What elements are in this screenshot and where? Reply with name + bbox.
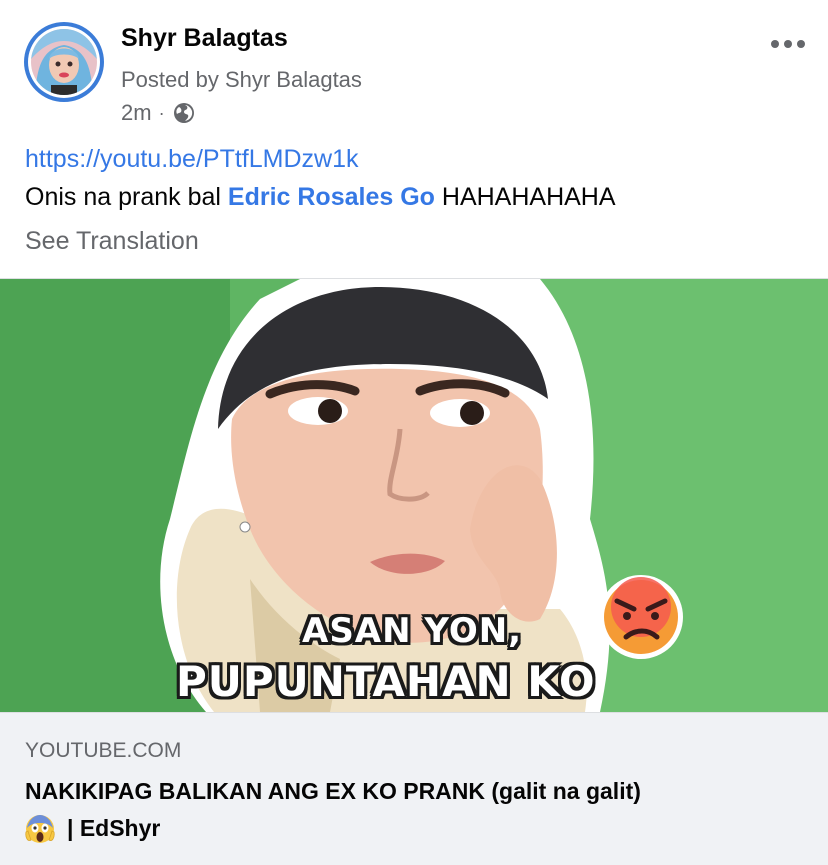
post-caption: Onis na prank bal Edric Rosales Go HAHAH… xyxy=(25,183,616,212)
avatar[interactable] xyxy=(24,22,104,102)
facebook-post: Shyr Balagtas Posted by Shyr Balagtas 2m… xyxy=(0,0,828,865)
preview-title-line2: | EdShyr xyxy=(67,815,161,841)
more-options-button[interactable] xyxy=(768,30,808,58)
face-screaming-in-fear-icon xyxy=(25,814,55,843)
caption-prefix: Onis na prank bal xyxy=(25,183,221,211)
author-name[interactable]: Shyr Balagtas xyxy=(121,24,288,53)
link-preview[interactable]: ASAN YON, PUPUNTAHAN KO YOUTUBE.COM NAKI… xyxy=(0,278,828,865)
more-options-icon xyxy=(771,40,805,48)
thumbnail-overlay-line1: ASAN YON, xyxy=(302,611,523,651)
timestamp[interactable]: 2m xyxy=(121,100,152,126)
link-preview-footer[interactable]: YOUTUBE.COM NAKIKIPAG BALIKAN ANG EX KO … xyxy=(0,712,828,865)
preview-title[interactable]: NAKIKIPAG BALIKAN ANG EX KO PRANK (galit… xyxy=(25,773,805,847)
youtube-link[interactable]: https://youtu.be/PTtfLMDzw1k xyxy=(25,145,358,174)
post-meta: 2m · xyxy=(121,100,196,126)
preview-domain: YOUTUBE.COM xyxy=(25,739,182,762)
caption-suffix: HAHAHAHAHA xyxy=(441,183,616,211)
video-thumbnail[interactable]: ASAN YON, PUPUNTAHAN KO xyxy=(0,279,828,712)
avatar-border xyxy=(28,26,100,98)
posted-by-text: Posted by Shyr Balagtas xyxy=(121,67,362,92)
see-translation-link[interactable]: See Translation xyxy=(25,227,199,256)
globe-icon[interactable] xyxy=(172,101,196,125)
preview-title-line2-row: | EdShyr xyxy=(25,810,805,847)
mention-link[interactable]: Edric Rosales Go xyxy=(228,183,435,211)
avatar-image xyxy=(31,29,97,95)
thumbnail-overlay-line2: PUPUNTAHAN KO xyxy=(176,657,596,706)
meta-separator: · xyxy=(158,102,165,123)
preview-title-line1: NAKIKIPAG BALIKAN ANG EX KO PRANK (galit… xyxy=(25,778,641,804)
